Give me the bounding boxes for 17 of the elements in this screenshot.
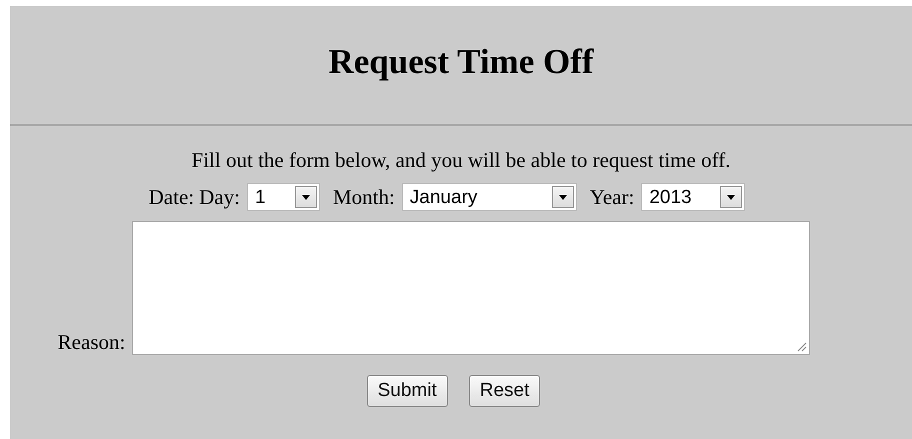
year-label: Year:	[590, 184, 634, 210]
day-select[interactable]: 1	[246, 183, 320, 211]
reason-field[interactable]	[132, 221, 810, 355]
reset-button[interactable]: Reset	[468, 375, 540, 407]
submit-button[interactable]: Submit	[366, 375, 448, 407]
year-select[interactable]: 2013	[641, 183, 746, 211]
date-label: Date:	[148, 184, 194, 210]
resize-grip-icon	[797, 342, 808, 352]
dropdown-arrow-icon	[558, 194, 567, 200]
dropdown-arrow-icon	[727, 194, 736, 200]
instruction-text: Fill out the form below, and you will be able to request time off.	[192, 148, 730, 173]
reason-label: Reason:	[58, 330, 126, 355]
month-label: Month:	[332, 184, 395, 210]
day-label: Day:	[199, 184, 240, 210]
month-select[interactable]: January	[402, 183, 577, 211]
dropdown-arrow-icon	[302, 194, 310, 200]
page-title: Request Time Off	[328, 42, 594, 82]
